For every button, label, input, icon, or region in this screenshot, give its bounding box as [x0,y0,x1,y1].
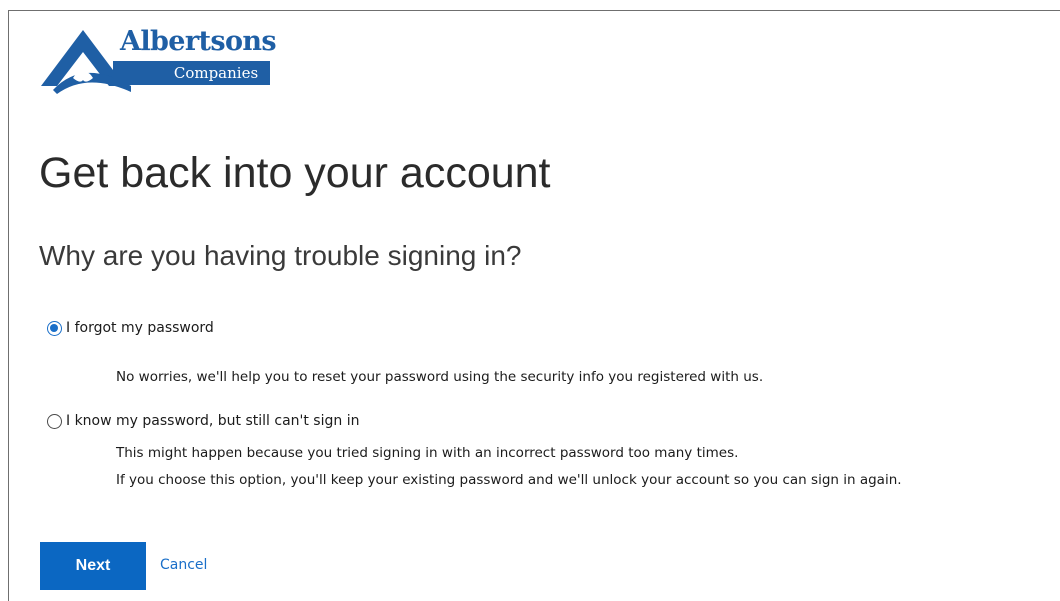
option-cant-sign-in-label: I know my password, but still can't sign… [66,413,360,429]
cancel-link[interactable]: Cancel [160,557,207,573]
option-forgot-password[interactable]: I forgot my password [47,320,214,336]
page-title: Get back into your account [39,149,551,197]
radio-forgot-password[interactable] [47,320,62,336]
option-forgot-password-description: No worries, we'll help you to reset your… [116,369,764,385]
next-button[interactable]: Next [40,542,146,590]
option-forgot-password-label: I forgot my password [66,320,214,336]
page-subtitle: Why are you having trouble signing in? [39,240,522,271]
dialog-frame: Albertsons Companies Get back into your … [8,10,1060,601]
option-cant-sign-in[interactable]: I know my password, but still can't sign… [47,413,359,429]
logo-subtitle: Companies [173,64,259,82]
option-cant-sign-in-description-1: This might happen because you tried sign… [116,445,739,461]
logo-wordmark: Albertsons [120,26,277,57]
albertsons-logo: Albertsons Companies [39,26,279,98]
option-cant-sign-in-description-2: If you choose this option, you'll keep y… [116,472,902,488]
radio-cant-sign-in[interactable] [47,413,62,429]
